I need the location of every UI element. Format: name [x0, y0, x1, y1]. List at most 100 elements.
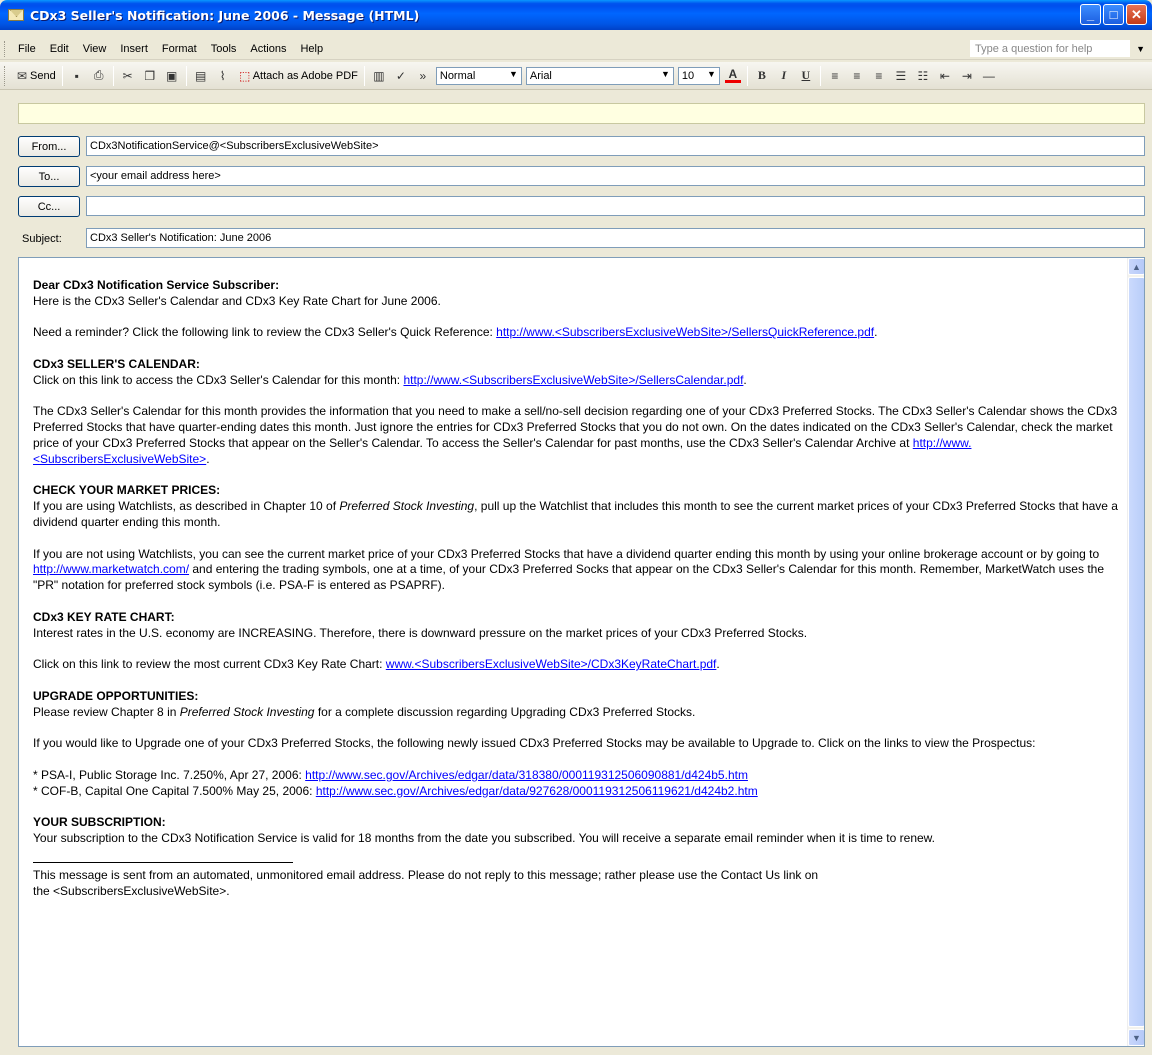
send-button[interactable]: ✉ Send [11, 65, 59, 87]
menu-tools[interactable]: Tools [204, 43, 244, 55]
numbered-list-button[interactable]: ☰ [890, 65, 912, 87]
save-icon: ▪ [74, 68, 79, 83]
from-button[interactable]: From... [18, 136, 80, 157]
menu-grip[interactable] [4, 40, 7, 57]
horizontal-line-button[interactable]: — [978, 65, 1000, 87]
align-left-icon: ≡ [831, 68, 839, 83]
to-button[interactable]: To... [18, 166, 80, 187]
options-button[interactable]: ▥ [368, 65, 390, 87]
help-dropdown-icon[interactable]: ▼ [1136, 41, 1145, 57]
formatting-toolbar: ✉ Send ▪ ⎙ ✂ ❐ ▣ ▤ ⌇ ⬚ Attach as Adobe P… [0, 62, 1152, 90]
menu-help[interactable]: Help [293, 43, 330, 55]
sellers-calendar-link[interactable]: http://www.<SubscribersExclusiveWebSite>… [403, 373, 743, 387]
marketwatch-link[interactable]: http://www.marketwatch.com/ [33, 562, 189, 576]
menu-actions[interactable]: Actions [243, 43, 293, 55]
prospectus-link[interactable]: http://www.sec.gov/Archives/edgar/data/3… [305, 768, 748, 782]
subscription-heading: YOUR SUBSCRIPTION: [33, 815, 166, 830]
bullet-list-button[interactable]: ☷ [912, 65, 934, 87]
stock-text: * COF-B, Capital One Capital 7.500% May … [33, 783, 316, 798]
toolbar-options-button[interactable]: » [412, 65, 434, 87]
prospectus-link[interactable]: http://www.sec.gov/Archives/edgar/data/9… [316, 784, 758, 798]
address-book-button[interactable]: ▤ [190, 65, 212, 87]
menu-format[interactable]: Format [155, 43, 204, 55]
market-paragraph-1: If you are using Watchlists, as describe… [33, 499, 1123, 531]
cc-button[interactable]: Cc... [18, 196, 80, 217]
align-right-button[interactable]: ≡ [868, 65, 890, 87]
scroll-down-button[interactable]: ▼ [1128, 1029, 1144, 1046]
from-row: From... CDx3NotificationService@<Subscri… [0, 136, 1152, 158]
market-text-2b: and entering the trading symbols, one at… [33, 562, 1104, 593]
book-icon: ▥ [373, 68, 385, 83]
subject-field[interactable]: CDx3 Seller's Notification: June 2006 [86, 228, 1145, 248]
copy-button[interactable]: ❐ [139, 65, 161, 87]
send-label: Send [30, 69, 56, 82]
menu-edit[interactable]: Edit [43, 43, 76, 55]
attach-pdf-label: Attach as Adobe PDF [252, 69, 358, 82]
decrease-indent-button[interactable]: ⇤ [934, 65, 956, 87]
subject-label: Subject: [22, 233, 62, 245]
attach-pdf-button[interactable]: ⬚ Attach as Adobe PDF [234, 65, 361, 87]
greeting: Dear CDx3 Notification Service Subscribe… [33, 278, 280, 292]
upgrade-paragraph-2: If you would like to Upgrade one of your… [33, 736, 1036, 751]
maximize-button[interactable]: □ [1103, 4, 1124, 25]
menu-bar: File Edit View Insert Format Tools Actio… [0, 38, 1152, 60]
reminder-paragraph: Need a reminder? Click the following lin… [33, 325, 878, 340]
market-text-1a: If you are using Watchlists, as describe… [33, 499, 340, 514]
font-select[interactable]: Arial ▼ [525, 66, 674, 85]
subscription-text: Your subscription to the CDx3 Notificati… [33, 830, 935, 845]
bullet-list-icon: ☷ [917, 68, 929, 83]
italic-button[interactable]: I [773, 65, 795, 87]
quick-reference-link[interactable]: http://www.<SubscribersExclusiveWebSite>… [496, 325, 874, 339]
font-size-select[interactable]: 10 ▼ [677, 66, 720, 85]
close-button[interactable]: ✕ [1126, 4, 1147, 25]
align-center-icon: ≡ [853, 68, 861, 83]
minimize-button[interactable]: _ [1080, 4, 1101, 25]
calendar-heading: CDx3 SELLER'S CALENDAR: [33, 356, 200, 371]
window-title: CDx3 Seller's Notification: June 2006 - … [30, 7, 420, 23]
font-color-button[interactable]: A [722, 65, 744, 87]
font-value: Arial [529, 69, 552, 82]
menu-insert[interactable]: Insert [113, 43, 155, 55]
help-placeholder: Type a question for help [975, 43, 1093, 55]
message-content: Dear CDx3 Notification Service Subscribe… [33, 278, 1123, 900]
increase-indent-button[interactable]: ⇥ [956, 65, 978, 87]
italic-icon: I [781, 68, 787, 82]
info-bar [18, 103, 1145, 124]
attach-file-button[interactable]: ⌇ [212, 65, 234, 87]
chevron-up-icon: ▲ [1132, 261, 1141, 272]
print-button[interactable]: ⎙ [88, 65, 110, 87]
underline-button[interactable]: U [795, 65, 817, 87]
menu-file[interactable]: File [11, 43, 43, 55]
scroll-thumb[interactable] [1128, 277, 1144, 1027]
envelope-icon [8, 9, 24, 21]
help-search-input[interactable]: Type a question for help ▼ [970, 40, 1145, 57]
style-select[interactable]: Normal ▼ [435, 66, 522, 85]
cut-button[interactable]: ✂ [117, 65, 139, 87]
save-button[interactable]: ▪ [66, 65, 88, 87]
address-book-icon: ▤ [195, 68, 207, 83]
cc-field[interactable] [86, 196, 1145, 216]
pdf-icon: ⬚ [239, 68, 251, 83]
from-field[interactable]: CDx3NotificationService@<SubscribersExcl… [86, 136, 1145, 156]
spelling-icon: ✓ [395, 68, 406, 83]
align-left-button[interactable]: ≡ [824, 65, 846, 87]
indent-icon: ⇥ [961, 68, 972, 83]
to-field[interactable]: <your email address here> [86, 166, 1145, 186]
message-body[interactable]: Dear CDx3 Notification Service Subscribe… [18, 257, 1145, 1047]
align-center-button[interactable]: ≡ [846, 65, 868, 87]
bold-button[interactable]: B [751, 65, 773, 87]
menu-view[interactable]: View [76, 43, 114, 55]
cc-row: Cc... [0, 196, 1152, 218]
market-paragraph-2: If you are not using Watchlists, you can… [33, 547, 1123, 594]
minimize-icon: _ [1086, 7, 1095, 22]
toolbar-grip[interactable] [4, 65, 7, 86]
separator [61, 65, 63, 86]
title-bar[interactable]: CDx3 Seller's Notification: June 2006 - … [0, 0, 1152, 30]
vertical-scrollbar[interactable]: ▲ ▼ [1127, 258, 1144, 1046]
scroll-up-button[interactable]: ▲ [1128, 258, 1144, 275]
stock-item: * PSA-I, Public Storage Inc. 7.250%, Apr… [33, 768, 1123, 784]
keyrate-chart-link[interactable]: www.<SubscribersExclusiveWebSite>/CDx3Ke… [386, 657, 717, 671]
paperclip-icon: ⌇ [219, 68, 226, 83]
paste-button[interactable]: ▣ [161, 65, 183, 87]
spelling-button[interactable]: ✓ [390, 65, 412, 87]
